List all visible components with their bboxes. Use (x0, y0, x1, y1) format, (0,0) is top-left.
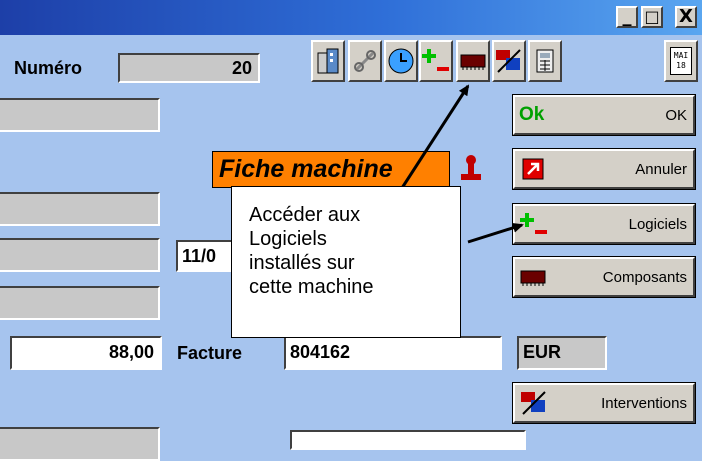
arrow-to-logiciels (467, 222, 524, 244)
callout-box: Accéder aux Logiciels installés sur cett… (231, 186, 461, 338)
callout-line: cette machine (249, 276, 374, 298)
callout-line: Logiciels (249, 228, 327, 250)
callout-line: Accéder aux (249, 204, 361, 226)
arrow-to-toolbar (400, 84, 470, 189)
callout-line: installés sur (249, 252, 355, 274)
